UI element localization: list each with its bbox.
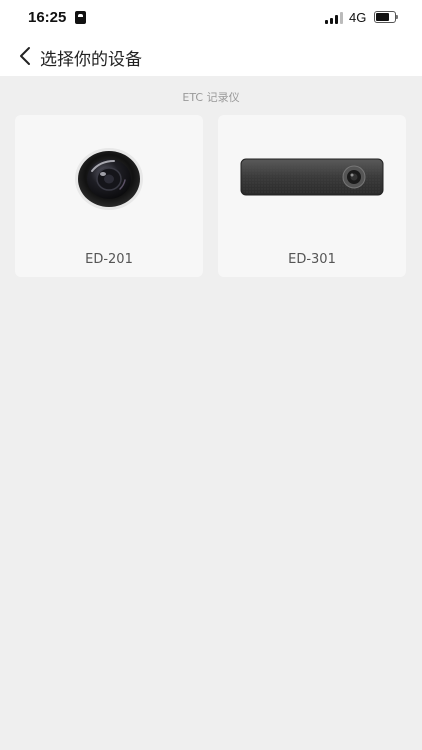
section-label: ETC 记录仪 [182, 91, 240, 104]
round-camera-lens-image [74, 147, 144, 211]
device-name-label: ED-201 [85, 252, 133, 267]
device-card-ed-201[interactable]: ED-201 [15, 115, 203, 277]
page-title: 选择你的设备 [40, 50, 142, 70]
status-time: 16:25 [28, 9, 67, 26]
device-name-label: ED-301 [288, 252, 336, 267]
signal-strength-icon [325, 12, 344, 24]
network-type: 4G [349, 10, 367, 25]
status-bar: 16:25 4G [0, 0, 422, 36]
navigation-bar: 选择你的设备 [0, 36, 422, 76]
battery-icon [374, 11, 398, 23]
device-card-ed-301[interactable]: ED-301 [218, 115, 406, 277]
bar-dashcam-image [240, 158, 384, 196]
back-button[interactable] [14, 44, 38, 68]
sim-card-icon [75, 11, 86, 24]
chevron-left-icon [20, 47, 30, 65]
